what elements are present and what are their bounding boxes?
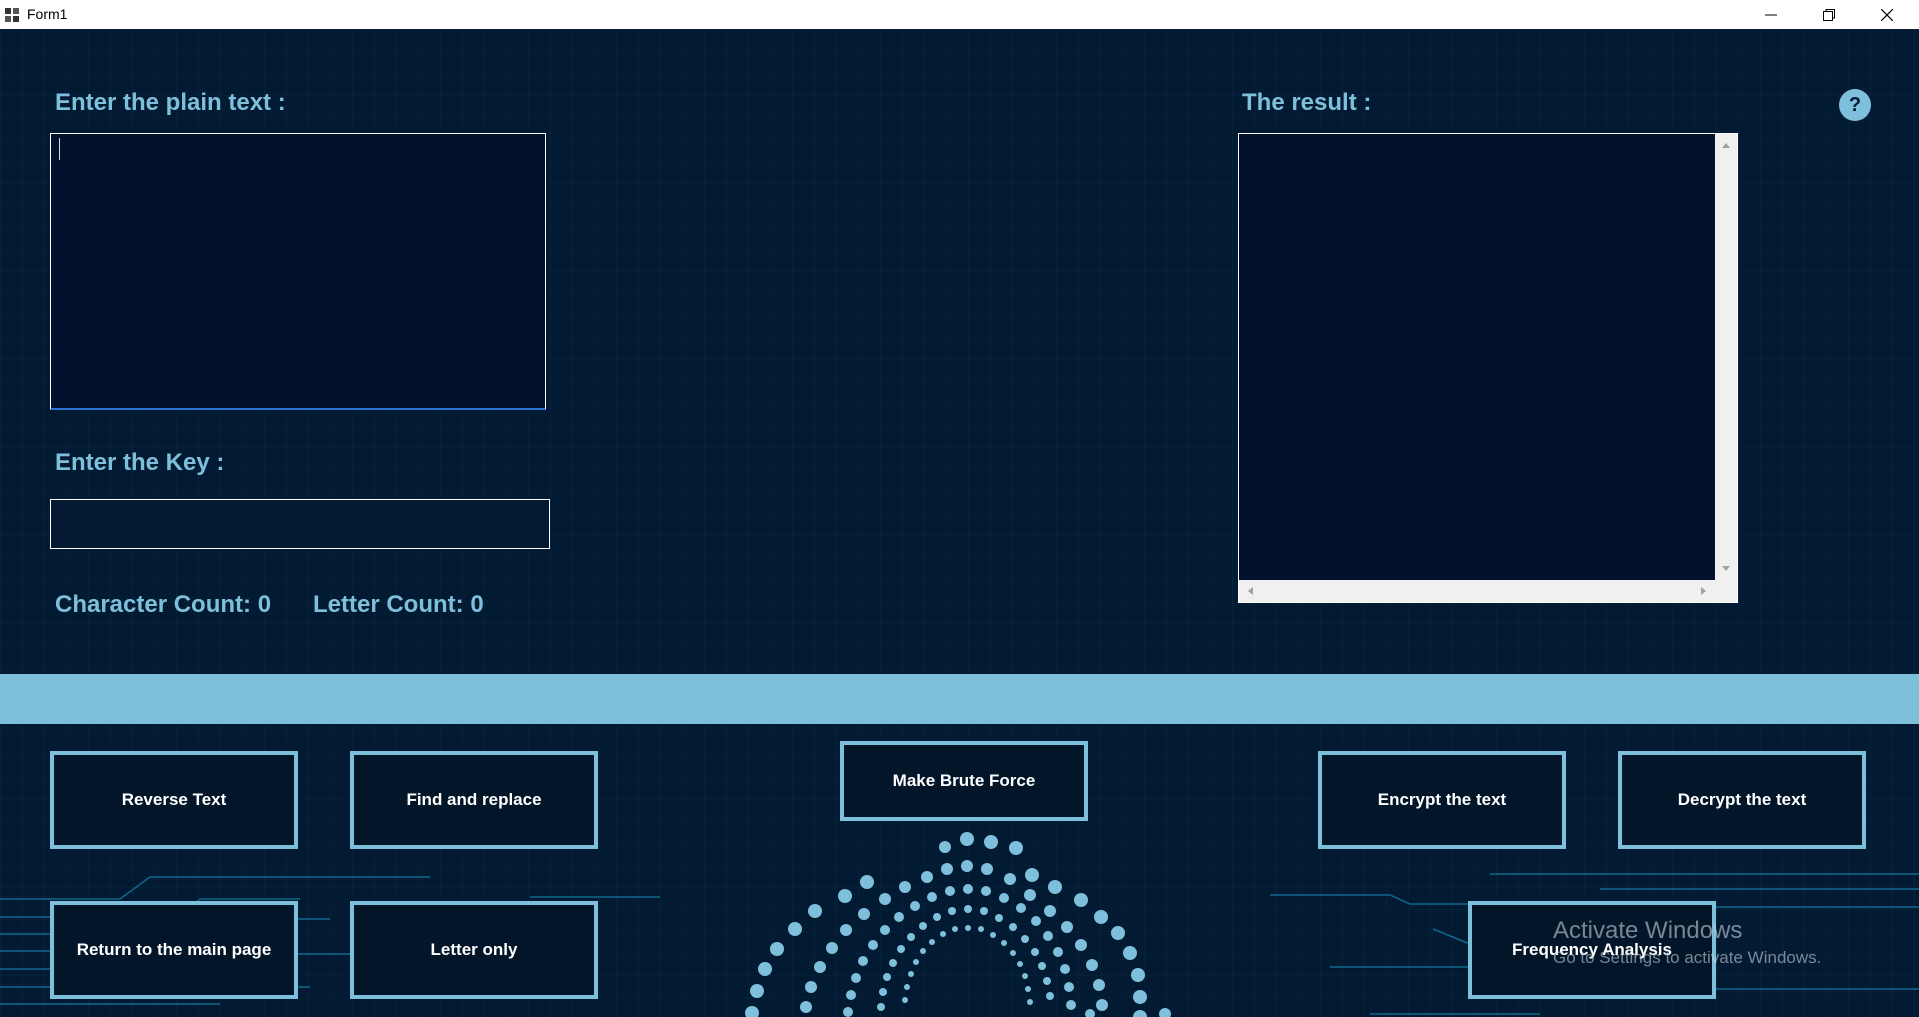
find-replace-button[interactable]: Find and replace: [350, 751, 598, 849]
restore-icon: [1823, 8, 1835, 21]
close-icon: [1881, 8, 1893, 21]
minimize-icon: [1765, 14, 1777, 15]
decrypt-button[interactable]: Decrypt the text: [1618, 751, 1866, 849]
activation-watermark-title: Activate Windows: [1553, 917, 1743, 944]
app-icon: [5, 8, 19, 22]
scroll-arrows-icon: [1722, 143, 1730, 571]
form-client-area: Enter the plain text : Enter the Key : C…: [0, 29, 1919, 1017]
vertical-scrollbar[interactable]: [1715, 134, 1737, 580]
plain-text-label: Enter the plain text :: [55, 89, 286, 116]
encrypt-button[interactable]: Encrypt the text: [1318, 751, 1566, 849]
reverse-text-button[interactable]: Reverse Text: [50, 751, 298, 849]
key-label: Enter the Key :: [55, 449, 225, 476]
title-bar: Form1: [0, 0, 1919, 29]
character-count-label: Character Count: 0: [55, 591, 272, 618]
minimize-button[interactable]: [1742, 0, 1800, 29]
activation-watermark-subtitle: Go to Settings to activate Windows.: [1553, 948, 1822, 967]
result-label: The result :: [1242, 89, 1372, 116]
text-caret: [59, 138, 60, 160]
return-main-button[interactable]: Return to the main page: [50, 901, 298, 999]
window-title: Form1: [27, 6, 68, 22]
letter-count-label: Letter Count: 0: [313, 591, 484, 618]
key-input[interactable]: [50, 499, 550, 549]
close-button[interactable]: [1858, 0, 1916, 29]
restore-button[interactable]: [1800, 0, 1858, 29]
horizontal-scrollbar[interactable]: [1239, 580, 1715, 602]
scrollbar-corner: [1715, 580, 1737, 602]
letter-only-button[interactable]: Letter only: [350, 901, 598, 999]
separator-band: [0, 674, 1919, 724]
hscroll-arrows-icon: [1248, 587, 1706, 595]
dot-arc-decoration: [745, 832, 1171, 1017]
plain-text-input[interactable]: [50, 133, 546, 410]
result-output[interactable]: [1238, 133, 1738, 603]
help-button[interactable]: ?: [1839, 89, 1871, 121]
brute-force-button[interactable]: Make Brute Force: [840, 741, 1088, 821]
